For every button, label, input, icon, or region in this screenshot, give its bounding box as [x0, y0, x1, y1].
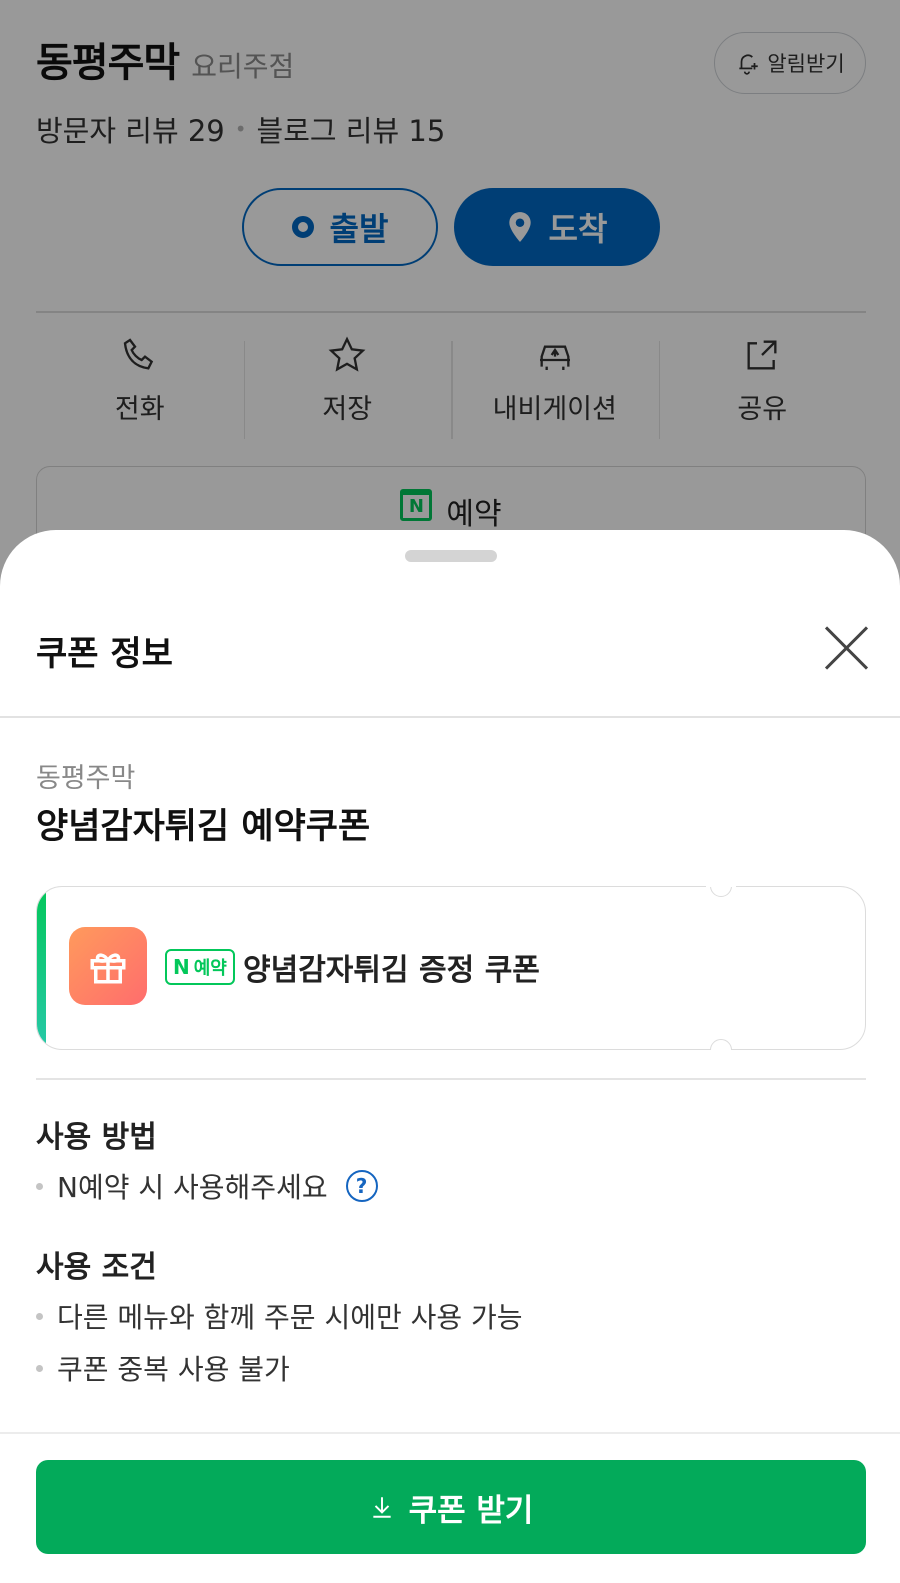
divider: [36, 1078, 866, 1080]
download-icon: [372, 1497, 391, 1518]
notch-cover: [706, 875, 736, 887]
usage-title: 사용 방법: [36, 1120, 157, 1155]
get-coupon-button[interactable]: 쿠폰 받기: [36, 1460, 866, 1554]
usage-text: N예약 시 사용해주세요: [57, 1171, 328, 1204]
close-icon[interactable]: [824, 626, 868, 670]
notch-cover: [706, 1050, 736, 1062]
shop-name: 동평주막: [36, 763, 136, 794]
bullet-dot: [36, 1312, 43, 1320]
usage-item: N예약 시 사용해주세요 ?: [36, 1166, 378, 1206]
condition-item: 쿠폰 중복 사용 불가: [36, 1348, 290, 1388]
coupon-accent-bar: [37, 887, 46, 1049]
sheet-title: 쿠폰 정보: [36, 634, 173, 674]
coupon-bottom-sheet: 쿠폰 정보 동평주막 양념감자튀김 예약쿠폰 N 예약 양념감자튀김 증정 쿠폰…: [0, 530, 900, 1583]
divider: [0, 1432, 900, 1434]
badge-n: N: [173, 955, 190, 979]
gift-icon: [69, 927, 147, 1005]
condition-text: 다른 메뉴와 함께 주문 시에만 사용 가능: [57, 1301, 523, 1334]
coupon-title: 양념감자튀김 예약쿠폰: [36, 807, 371, 847]
n-reservation-badge: N 예약: [165, 949, 235, 985]
help-icon[interactable]: ?: [345, 1170, 378, 1202]
coupon-card: N 예약 양념감자튀김 증정 쿠폰: [36, 886, 866, 1050]
condition-item: 다른 메뉴와 함께 주문 시에만 사용 가능: [36, 1296, 523, 1336]
coupon-description: 양념감자튀김 증정 쿠폰: [243, 953, 540, 988]
divider: [0, 716, 900, 718]
bullet-dot: [36, 1182, 43, 1190]
condition-text: 쿠폰 중복 사용 불가: [57, 1353, 290, 1386]
drag-handle[interactable]: [405, 550, 497, 562]
conditions-title: 사용 조건: [36, 1250, 157, 1285]
badge-text: 예약: [193, 958, 227, 979]
bullet-dot: [36, 1364, 43, 1372]
get-coupon-label: 쿠폰 받기: [408, 1492, 534, 1529]
